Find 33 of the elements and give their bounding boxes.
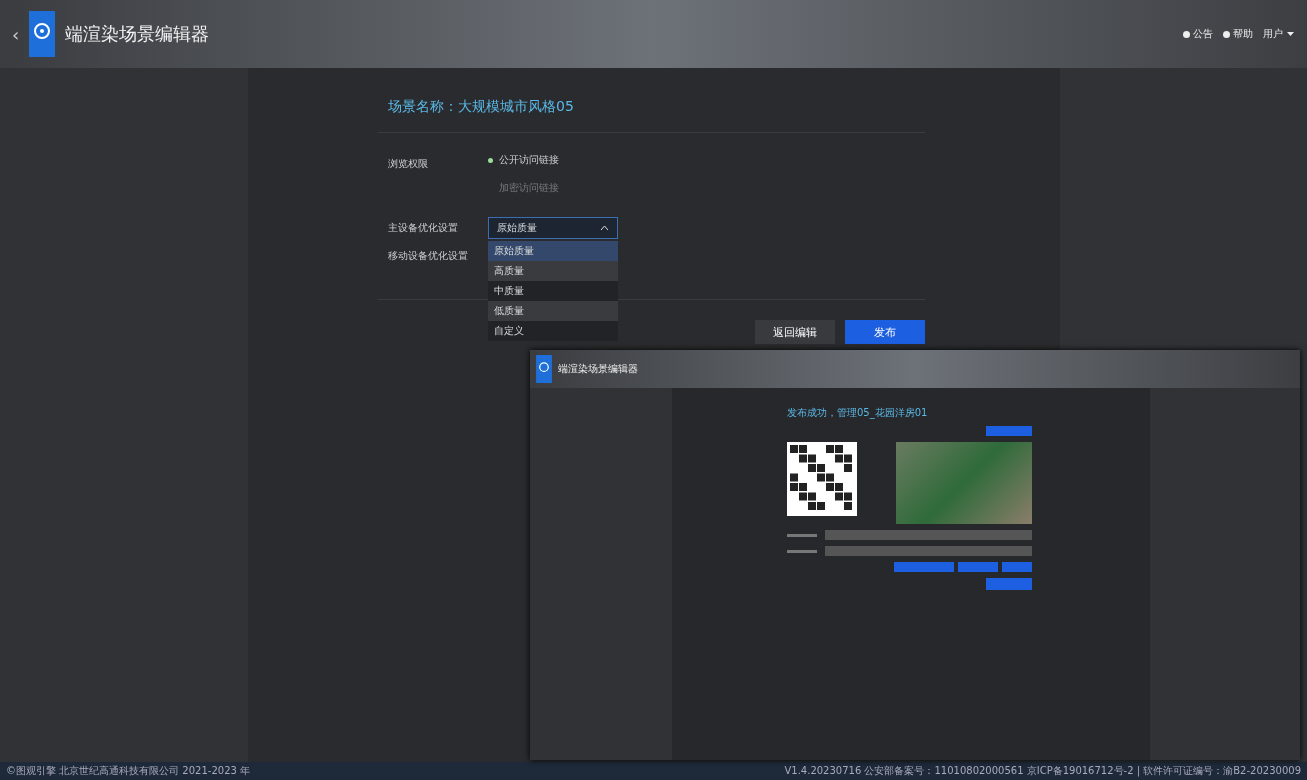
field-label: 移动设备优化设置 [388,249,469,263]
field-label: 浏览权限 [388,157,429,171]
quality-select[interactable]: 原始质量 [488,217,618,239]
user-menu[interactable]: 用户 [1263,27,1295,41]
field-label: 主设备优化设置 [388,221,459,235]
back-button[interactable]: 返回编辑 [755,320,835,344]
app-title: 端渲染场景编辑器 [65,22,210,46]
copy-button[interactable] [958,562,998,572]
dropdown-option[interactable]: 高质量 [488,261,618,281]
copy-button[interactable] [1002,562,1032,572]
link-field[interactable] [825,530,1032,540]
dropdown-option[interactable]: 中质量 [488,281,618,301]
logo-icon [536,355,552,383]
caret-icon [600,225,609,231]
caret-icon [1286,31,1295,37]
dropdown-option[interactable]: 自定义 [488,321,618,341]
scene-name: 场景名称：大规模城市风格05 [378,68,925,133]
dropdown-option[interactable]: 低质量 [488,301,618,321]
copyright-text: ©图观引擎 北京世纪高通科技有限公司 2021-2023 年 [6,764,251,778]
success-message: 发布成功，管理05_花园洋房01 [787,406,929,420]
dropdown-option[interactable]: 原始质量 [488,241,618,261]
logo-icon [29,11,56,57]
radio-option[interactable]: 公开访问链接 [488,153,559,167]
link-field[interactable] [825,546,1032,556]
publish-button[interactable]: 发布 [845,320,925,344]
back-button[interactable] [986,578,1032,590]
back-icon[interactable]: ‹ [12,23,20,45]
app-title: 端渲染场景编辑器 [558,362,638,376]
header-link[interactable]: 公告 [1183,27,1213,41]
copy-button[interactable] [894,562,954,572]
version-text: V1.4.20230716 公安部备案号：11010802000561 京ICP备19016712号-2 | 软件许可证编号：渝B2-20230009 [784,764,1301,778]
header-link[interactable]: 帮助 [1223,27,1253,41]
link-button[interactable] [986,426,1032,436]
